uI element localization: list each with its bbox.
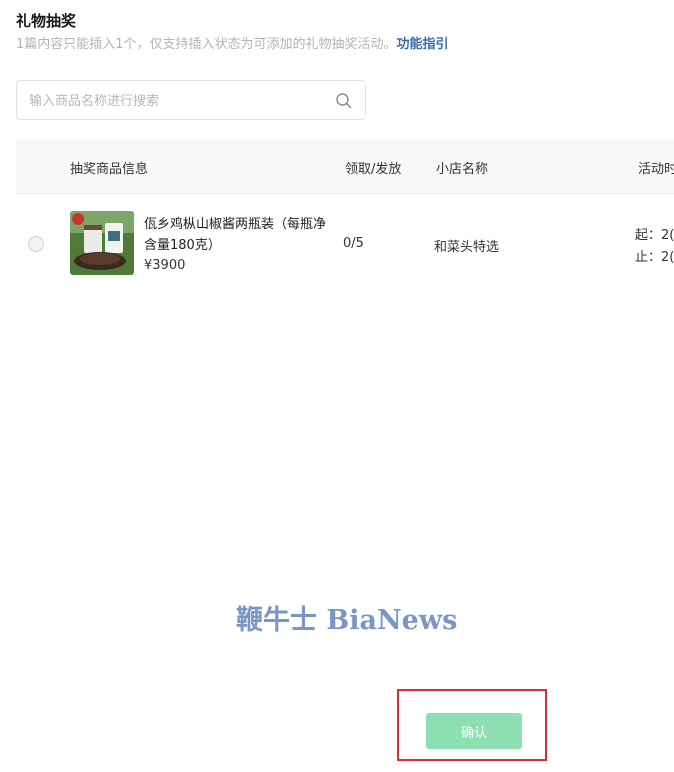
lottery-table: 抽奖商品信息 领取/发放 小店名称 活动时 佤乡鸡枞山椒酱两瓶装（每瓶净含量18… [16, 140, 674, 294]
column-header-claimed-issued: 领取/发放 [345, 162, 402, 177]
guide-link[interactable]: 功能指引 [397, 37, 449, 52]
column-header-shop-name: 小店名称 [436, 162, 489, 177]
page-description: 1篇内容只能插入1个，仅支持插入状态为可添加的礼物抽奖活动。功能指引 [16, 33, 449, 52]
column-header-product-info: 抽奖商品信息 [70, 162, 149, 177]
search-icon[interactable] [335, 92, 353, 110]
activity-start-time: 起：2( [635, 228, 674, 243]
page-title: 礼物抽奖 [16, 12, 77, 30]
description-text: 1篇内容只能插入1个，仅支持插入状态为可添加的礼物抽奖活动。 [16, 37, 397, 52]
product-name: 佤乡鸡枞山椒酱两瓶装（每瓶净含量180克） [144, 217, 327, 253]
search-box[interactable] [16, 80, 366, 120]
shop-name-value: 和菜头特选 [434, 240, 500, 255]
activity-end-time: 止：2( [635, 250, 674, 265]
product-price: ¥3900 [144, 258, 186, 273]
product-thumbnail [70, 211, 134, 275]
watermark: 鞭牛士 BiaNews [236, 605, 458, 636]
confirm-button[interactable]: 确认 [426, 713, 522, 749]
table-row[interactable]: 佤乡鸡枞山椒酱两瓶装（每瓶净含量180克） ¥3900 0/5 和菜头特选 起：… [16, 194, 674, 294]
table-header: 抽奖商品信息 领取/发放 小店名称 活动时 [16, 140, 674, 194]
claimed-issued-value: 0/5 [343, 236, 364, 251]
column-header-activity-time: 活动时 [638, 162, 674, 177]
row-select-radio[interactable] [28, 236, 44, 252]
search-input[interactable] [29, 90, 329, 112]
